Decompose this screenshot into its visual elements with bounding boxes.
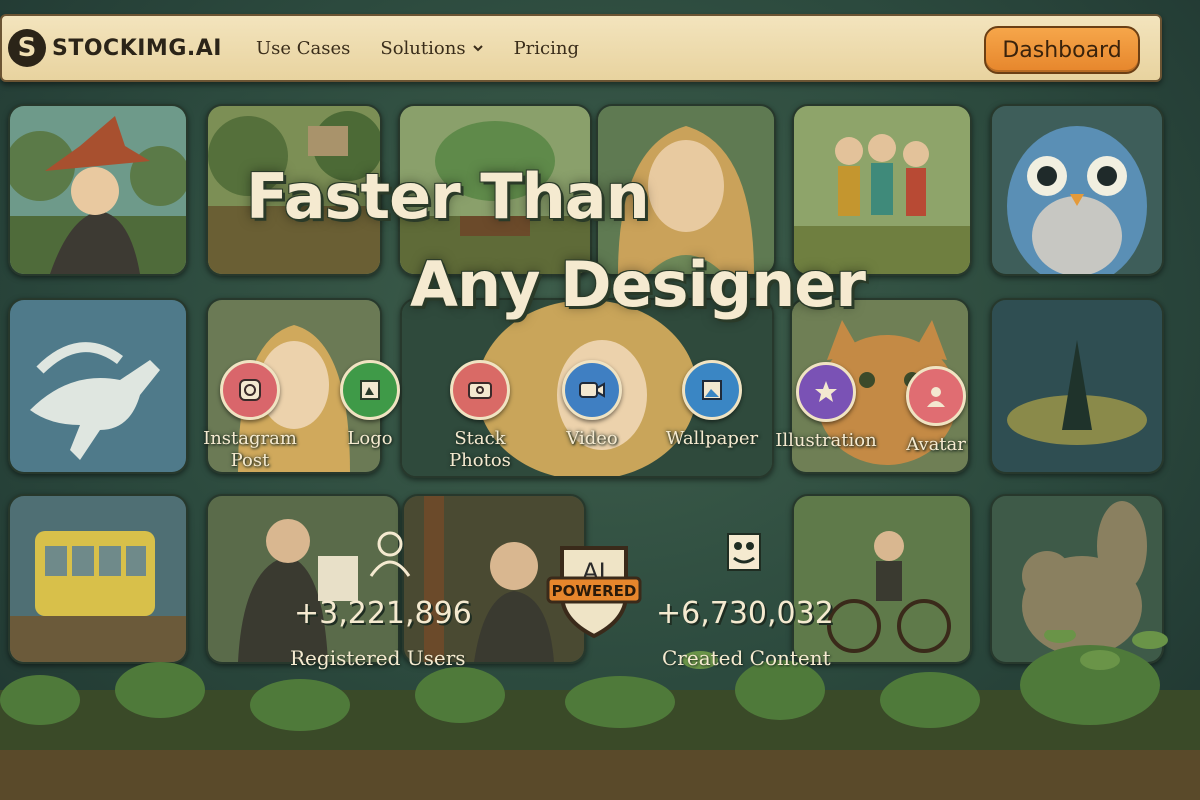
photo-icon xyxy=(450,360,510,420)
wallpaper-icon xyxy=(682,360,742,420)
nav-link-label: Solutions xyxy=(380,37,466,59)
nav-links: Use Cases Solutions Pricing xyxy=(256,38,579,59)
content-icon xyxy=(727,533,761,571)
created-content-count: +6,730,032 xyxy=(656,596,834,631)
top-navbar: S STOCKIMG.AI Use Cases Solutions Pricin… xyxy=(0,14,1162,82)
nav-link-use-cases[interactable]: Use Cases xyxy=(256,38,350,59)
ai-powered-badge: AI POWERED xyxy=(546,546,642,639)
category-avatar[interactable]: Avatar xyxy=(876,366,996,456)
registered-users-label: Registered Users xyxy=(290,646,466,670)
nav-link-pricing[interactable]: Pricing xyxy=(514,38,579,59)
dashboard-button[interactable]: Dashboard xyxy=(984,26,1140,74)
star-icon xyxy=(796,362,856,422)
category-video[interactable]: Video xyxy=(532,360,652,450)
logo-icon xyxy=(340,360,400,420)
category-label: Video xyxy=(566,428,618,449)
category-label: Avatar xyxy=(906,434,966,455)
brand-name[interactable]: STOCKIMG.AI xyxy=(52,36,222,61)
hero-title-line1: Faster Than xyxy=(246,160,650,233)
tile-owl[interactable] xyxy=(990,104,1164,276)
badge-ribbon-text: POWERED xyxy=(552,582,637,600)
brand-logo-icon[interactable]: S xyxy=(8,29,46,67)
category-illustration[interactable]: Illustration xyxy=(766,362,886,452)
tile-dark-forest[interactable] xyxy=(990,298,1164,474)
foliage-decoration xyxy=(0,630,1200,800)
chevron-down-icon xyxy=(472,45,483,52)
hero-title-line2: Any Designer xyxy=(410,248,866,321)
tile-witch-girl[interactable] xyxy=(8,104,188,276)
registered-users-count: +3,221,896 xyxy=(294,596,472,631)
landing-page: S STOCKIMG.AI Use Cases Solutions Pricin… xyxy=(0,0,1200,800)
category-label: Logo xyxy=(347,428,393,449)
tile-white-horse[interactable] xyxy=(8,298,188,474)
category-label: Stack Photos xyxy=(449,428,511,471)
category-label: Wallpaper xyxy=(665,428,759,449)
category-wallpaper[interactable]: Wallpaper xyxy=(652,360,772,450)
nav-link-label: Use Cases xyxy=(255,37,351,59)
nav-link-label: Pricing xyxy=(513,37,579,59)
video-icon xyxy=(562,360,622,420)
category-instagram-post[interactable]: Instagram Post xyxy=(190,360,310,472)
nav-link-solutions[interactable]: Solutions xyxy=(380,38,483,59)
user-icon xyxy=(369,531,411,577)
category-stack-photos[interactable]: Stack Photos xyxy=(420,360,540,472)
category-logo[interactable]: Logo xyxy=(310,360,430,450)
category-label: Illustration xyxy=(775,430,877,451)
category-label: Instagram Post xyxy=(203,428,297,471)
instagram-icon xyxy=(220,360,280,420)
avatar-icon xyxy=(906,366,966,426)
created-content-label: Created Content xyxy=(662,646,831,670)
